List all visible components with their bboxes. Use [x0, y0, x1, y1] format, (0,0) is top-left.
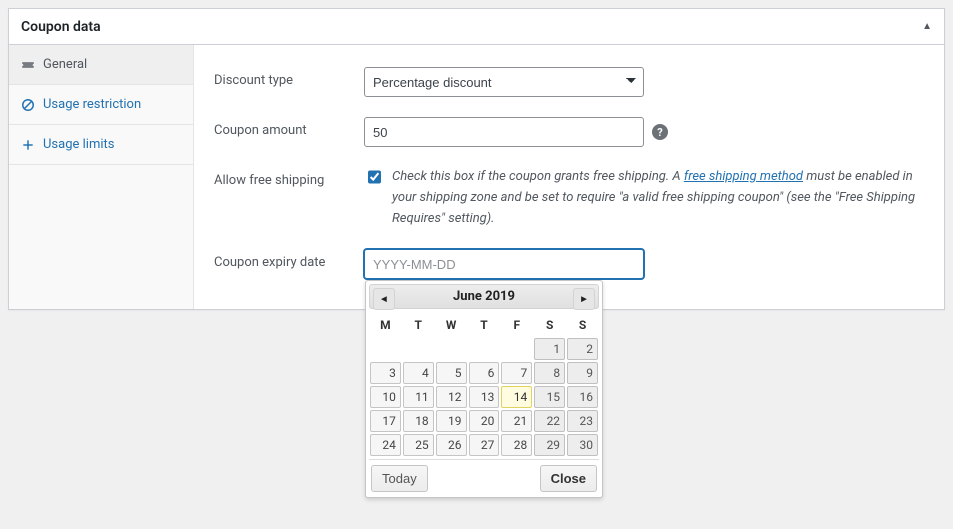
datepicker-day[interactable]: 7	[501, 362, 532, 384]
datepicker-dow-row: MTWTFSS	[369, 313, 599, 337]
datepicker-day[interactable]: 26	[436, 434, 467, 456]
datepicker-day[interactable]: 12	[436, 386, 467, 408]
datepicker-dow: T	[468, 313, 501, 337]
expiry-date-label: Coupon expiry date	[214, 249, 364, 270]
coupon-data-panel: Coupon data ▲ General	[8, 8, 945, 310]
datepicker-popup: ◀ June 2019 ▶ MTWTFSS 123456789101112131…	[365, 280, 603, 498]
datepicker-today-button[interactable]: Today	[371, 465, 428, 492]
expiry-date-input[interactable]	[364, 249, 644, 279]
datepicker-day[interactable]: 19	[436, 410, 467, 432]
datepicker-day[interactable]: 5	[436, 362, 467, 384]
datepicker-day[interactable]: 18	[403, 410, 434, 432]
datepicker-day[interactable]: 3	[370, 362, 401, 384]
coupon-amount-label: Coupon amount	[214, 117, 364, 138]
block-icon	[21, 98, 35, 112]
datepicker-day[interactable]: 6	[469, 362, 500, 384]
datepicker-body: 1234567891011121314151617181920212223242…	[369, 337, 599, 457]
datepicker-day[interactable]: 17	[370, 410, 401, 432]
datepicker-day[interactable]: 22	[534, 410, 565, 432]
datepicker-day[interactable]: 11	[403, 386, 434, 408]
panel-title: Coupon data	[21, 19, 101, 35]
datepicker-day[interactable]: 1	[534, 338, 565, 360]
datepicker-calendar: MTWTFSS 12345678910111213141516171819202…	[369, 313, 599, 457]
datepicker-day[interactable]: 14	[501, 386, 532, 408]
tab-usage-limits-label: Usage limits	[43, 137, 114, 152]
datepicker-title: June 2019	[453, 289, 515, 304]
tab-usage-limits[interactable]: Usage limits	[9, 125, 193, 164]
tab-general-label: General	[43, 57, 87, 72]
datepicker-day[interactable]: 13	[469, 386, 500, 408]
sliders-icon	[21, 138, 35, 152]
free-shipping-method-link[interactable]: free shipping method	[684, 169, 803, 184]
datepicker-day[interactable]: 24	[370, 434, 401, 456]
datepicker-day[interactable]: 21	[501, 410, 532, 432]
panel-toggle-icon[interactable]: ▲	[922, 21, 932, 32]
datepicker-day[interactable]: 20	[469, 410, 500, 432]
panel-header: Coupon data ▲	[9, 9, 944, 45]
general-panel: Discount type Percentage discount Coupon…	[194, 45, 944, 309]
tab-usage-restriction-label: Usage restriction	[43, 97, 141, 112]
datepicker-dow: M	[369, 313, 402, 337]
tab-general[interactable]: General	[9, 45, 193, 84]
datepicker-day[interactable]: 2	[567, 338, 598, 360]
datepicker-close-button[interactable]: Close	[540, 465, 597, 492]
datepicker-header: ◀ June 2019 ▶	[369, 284, 599, 309]
datepicker-dow: S	[566, 313, 599, 337]
datepicker-dow: T	[402, 313, 435, 337]
datepicker-next-button[interactable]: ▶	[573, 288, 595, 310]
datepicker-day[interactable]: 30	[567, 434, 598, 456]
free-shipping-label: Allow free shipping	[214, 167, 364, 188]
datepicker-day[interactable]: 9	[567, 362, 598, 384]
datepicker-day[interactable]: 25	[403, 434, 434, 456]
discount-type-select[interactable]: Percentage discount	[364, 67, 644, 97]
datepicker-day[interactable]: 16	[567, 386, 598, 408]
datepicker-day[interactable]: 27	[469, 434, 500, 456]
free-shipping-checkbox[interactable]	[368, 169, 381, 185]
coupon-tabs: General Usage restriction	[9, 45, 194, 309]
datepicker-day[interactable]: 10	[370, 386, 401, 408]
datepicker-day[interactable]: 28	[501, 434, 532, 456]
datepicker-day[interactable]: 8	[534, 362, 565, 384]
tab-usage-restriction[interactable]: Usage restriction	[9, 85, 193, 124]
free-shipping-description: Check this box if the coupon grants free…	[392, 167, 924, 229]
datepicker-day[interactable]: 15	[534, 386, 565, 408]
help-icon[interactable]: ?	[652, 124, 668, 140]
datepicker-dow: W	[435, 313, 468, 337]
discount-type-label: Discount type	[214, 67, 364, 88]
datepicker-day[interactable]: 4	[403, 362, 434, 384]
datepicker-dow: S	[533, 313, 566, 337]
datepicker-day[interactable]: 29	[534, 434, 565, 456]
datepicker-prev-button[interactable]: ◀	[373, 288, 395, 310]
datepicker-day[interactable]: 23	[567, 410, 598, 432]
datepicker-dow: F	[500, 313, 533, 337]
coupon-amount-input[interactable]	[364, 117, 644, 147]
ticket-icon	[21, 58, 35, 72]
